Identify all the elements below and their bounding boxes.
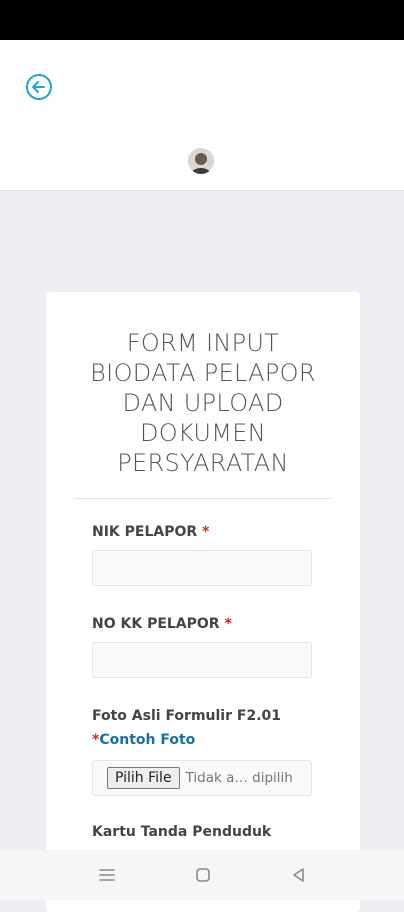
system-nav-bar	[0, 850, 404, 900]
nik-label: NIK PELAPOR *	[92, 524, 209, 540]
menu-button[interactable]	[97, 865, 117, 885]
nik-label-text: NIK PELAPOR	[92, 524, 198, 540]
form-card: FORM INPUT BIODATA PELAPOR DAN UPLOAD DO…	[46, 292, 360, 912]
menu-icon	[99, 869, 115, 881]
example-photo-row: *Contoh Foto	[92, 732, 195, 748]
kk-input[interactable]	[92, 642, 312, 678]
foto-label: Foto Asli Formulir F2.01	[92, 708, 281, 724]
status-bar	[0, 0, 404, 40]
avatar[interactable]	[188, 148, 214, 174]
form-title: FORM INPUT BIODATA PELAPOR DAN UPLOAD DO…	[90, 328, 316, 478]
ktp-label: Kartu Tanda Penduduk	[92, 824, 272, 840]
choose-file-button[interactable]: Pilih File	[107, 767, 180, 789]
kk-label-text: NO KK PELAPOR	[92, 616, 220, 632]
title-line: DAN UPLOAD	[122, 389, 284, 417]
back-button[interactable]	[24, 72, 54, 102]
title-line: DOKUMEN	[140, 419, 266, 447]
square-home-icon	[196, 868, 210, 882]
divider	[74, 498, 332, 499]
arrow-left-circle-icon	[26, 74, 52, 100]
home-button[interactable]	[193, 865, 213, 885]
app-header	[0, 40, 404, 191]
nik-input[interactable]	[92, 550, 312, 586]
required-mark: *	[224, 616, 232, 632]
title-line: PERSYARATAN	[117, 449, 289, 477]
required-mark: *	[202, 524, 210, 540]
user-avatar-icon	[188, 148, 214, 174]
nav-back-button[interactable]	[289, 865, 309, 885]
example-photo-link[interactable]: Contoh Foto	[99, 732, 195, 748]
title-line: FORM INPUT	[126, 329, 280, 357]
kk-label: NO KK PELAPOR *	[92, 616, 232, 632]
title-line: BIODATA PELAPOR	[90, 359, 316, 387]
file-status: Tidak a… dipilih	[185, 770, 293, 786]
file-input[interactable]: Pilih File Tidak a… dipilih	[92, 760, 312, 796]
triangle-back-icon	[293, 868, 304, 882]
